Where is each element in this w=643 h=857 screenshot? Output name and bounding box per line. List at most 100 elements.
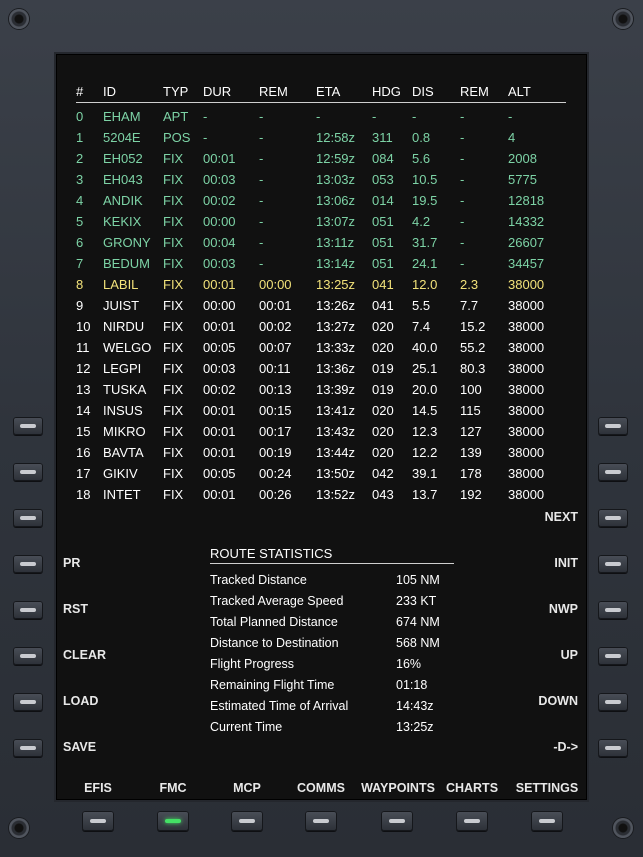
table-row[interactable]: 0 EHAM APT - - - - - - - — [56, 107, 587, 127]
cell-dis: 20.0 — [412, 382, 438, 397]
cell-eta: 13:06z — [316, 193, 356, 208]
up-key[interactable] — [598, 647, 628, 665]
cell-rem: 00:13 — [259, 382, 292, 397]
cell-rem: - — [259, 235, 264, 250]
cell-alt: 38000 — [508, 298, 545, 313]
tab-settings[interactable] — [531, 811, 563, 831]
pr-key[interactable] — [13, 555, 43, 573]
right-select-key-1[interactable] — [598, 417, 628, 435]
save-key[interactable] — [13, 739, 43, 757]
cell-hdg: 043 — [372, 487, 394, 502]
clear-key[interactable] — [13, 647, 43, 665]
cell-dis: 12.3 — [412, 424, 438, 439]
cell-eta: 13:36z — [316, 361, 356, 376]
cell-eta: 13:44z — [316, 445, 356, 460]
table-row[interactable]: 13 TUSKA FIX 00:02 00:13 13:39z 019 20.0 100 3800… — [56, 380, 587, 400]
cell-dur: 00:02 — [203, 193, 236, 208]
table-row[interactable]: 10 NIRDU FIX 00:01 00:02 13:27z 020 7.4 15.2 3800… — [56, 317, 587, 337]
cell-dur: - — [203, 109, 208, 124]
tab-comms[interactable] — [305, 811, 337, 831]
statistic-row: Total Planned Distance 674 NM — [210, 612, 530, 632]
cell-alt: 4 — [508, 130, 516, 145]
left-select-key-3[interactable] — [13, 509, 43, 527]
cell-rem: 00:24 — [259, 466, 292, 481]
table-row[interactable]: 14 INSUS FIX 00:01 00:15 13:41z 020 14.5 115 3800… — [56, 401, 587, 421]
tab-fmc[interactable] — [157, 811, 189, 831]
screw-icon — [613, 9, 633, 29]
table-row[interactable]: 4 ANDIK FIX 00:02 - 13:06z 014 19.5 - 12818 — [56, 191, 587, 211]
cell-rem: 00:00 — [259, 277, 292, 292]
cell-rem2: 2.3 — [460, 277, 479, 292]
rst-key[interactable] — [13, 601, 43, 619]
column-header: ETA — [316, 84, 341, 99]
cell-dur: 00:02 — [203, 382, 236, 397]
cell-id: INTET — [103, 487, 141, 502]
table-row[interactable]: 6 GRONY FIX 00:04 - 13:11z 051 31.7 - 26607 — [56, 233, 587, 253]
cell-dis: 31.7 — [412, 235, 438, 250]
tab-label-fmc: FMC — [159, 781, 187, 795]
tab-mcp[interactable] — [231, 811, 263, 831]
cell-dur: 00:05 — [203, 466, 236, 481]
left-select-key-1[interactable] — [13, 417, 43, 435]
load-key[interactable] — [13, 693, 43, 711]
table-row[interactable]: 7 BEDUM FIX 00:03 - 13:14z 051 24.1 - 34457 — [56, 254, 587, 274]
header-divider — [76, 102, 566, 103]
table-row[interactable]: 12 LEGPI FIX 00:03 00:11 13:36z 019 25.1 80.3 380… — [56, 359, 587, 379]
cell-dur: 00:00 — [203, 214, 236, 229]
cell-eta: 13:50z — [316, 466, 356, 481]
cell-dur: 00:00 — [203, 298, 236, 313]
cell-typ: FIX — [163, 466, 184, 481]
table-row[interactable]: 18 INTET FIX 00:01 00:26 13:52z 043 13.7 192 3800… — [56, 485, 587, 505]
cell-dur: 00:03 — [203, 256, 236, 271]
cell-typ: FIX — [163, 256, 184, 271]
cell-rem2: 15.2 — [460, 319, 486, 334]
table-row[interactable]: 16 BAVTA FIX 00:01 00:19 13:44z 020 12.2 139 3800… — [56, 443, 587, 463]
cell-eta: 12:59z — [316, 151, 356, 166]
cell-n: 13 — [76, 382, 91, 397]
column-header: # — [76, 84, 84, 99]
cell-hdg: 019 — [372, 361, 394, 376]
table-row[interactable]: 9 JUIST FIX 00:00 00:01 13:26z 041 5.5 7.7 38000 — [56, 296, 587, 316]
table-row[interactable]: 15 MIKRO FIX 00:01 00:17 13:43z 020 12.3 127 3800… — [56, 422, 587, 442]
tab-charts[interactable] — [456, 811, 488, 831]
tab-efis[interactable] — [82, 811, 114, 831]
table-row[interactable]: 1 5204E POS - -12:58z 311 0.8-4 — [56, 128, 587, 148]
next-key[interactable] — [598, 509, 628, 527]
cell-n: 2 — [76, 151, 84, 166]
statistic-row: Distance to Destination 568 NM — [210, 633, 530, 653]
init-key[interactable] — [598, 555, 628, 573]
table-row[interactable]: 11 WELGO FIX 00:05 00:07 13:33z 020 40.0 55.2 380… — [56, 338, 587, 358]
cell-dis: 12.2 — [412, 445, 438, 460]
cell-dis: 39.1 — [412, 466, 438, 481]
left-select-key-2[interactable] — [13, 463, 43, 481]
cell-n: 5 — [76, 214, 84, 229]
statistic-label: Remaining Flight Time — [210, 678, 335, 692]
column-header: HDG — [372, 84, 401, 99]
cell-eta: 13:03z — [316, 172, 356, 187]
cell-rem2: - — [460, 109, 465, 124]
cell-rem2: 192 — [460, 487, 482, 502]
nwp-key[interactable] — [598, 601, 628, 619]
table-row[interactable]: 2 EH052 FIX 00:01 - 12:59z 084 5.6 - 2008 — [56, 149, 587, 169]
cell-alt: - — [508, 109, 513, 124]
cell-typ: FIX — [163, 340, 184, 355]
cell-id: INSUS — [103, 403, 143, 418]
direct-to-key[interactable] — [598, 739, 628, 757]
right-select-key-2[interactable] — [598, 463, 628, 481]
cell-dur: - — [203, 130, 208, 145]
cell-id: MIKRO — [103, 424, 146, 439]
cell-eta: 13:07z — [316, 214, 356, 229]
statistic-row: Flight Progress 16% — [210, 654, 530, 674]
down-key[interactable] — [598, 693, 628, 711]
table-row[interactable]: 3 EH043 FIX 00:03 - 13:03z 053 10.5 - 5775 — [56, 170, 587, 190]
table-row[interactable]: 17 GIKIV FIX 00:05 00:24 13:50z 042 39.1 178 3800… — [56, 464, 587, 484]
statistic-label: Current Time — [210, 720, 283, 734]
column-header: ALT — [508, 84, 531, 99]
table-row[interactable]: 8 LABIL FIX 00:01 00:00 13:25z 041 12.0 2.3 38000 — [56, 275, 587, 295]
tab-waypoints[interactable] — [381, 811, 413, 831]
key-label-load: LOAD — [63, 694, 99, 708]
cell-typ: FIX — [163, 487, 184, 502]
cell-rem2: 115 — [460, 403, 481, 418]
cell-rem2: - — [460, 256, 465, 271]
table-row[interactable]: 5 KEKIX FIX 00:00 - 13:07z 051 4.2 - 14332 — [56, 212, 587, 232]
